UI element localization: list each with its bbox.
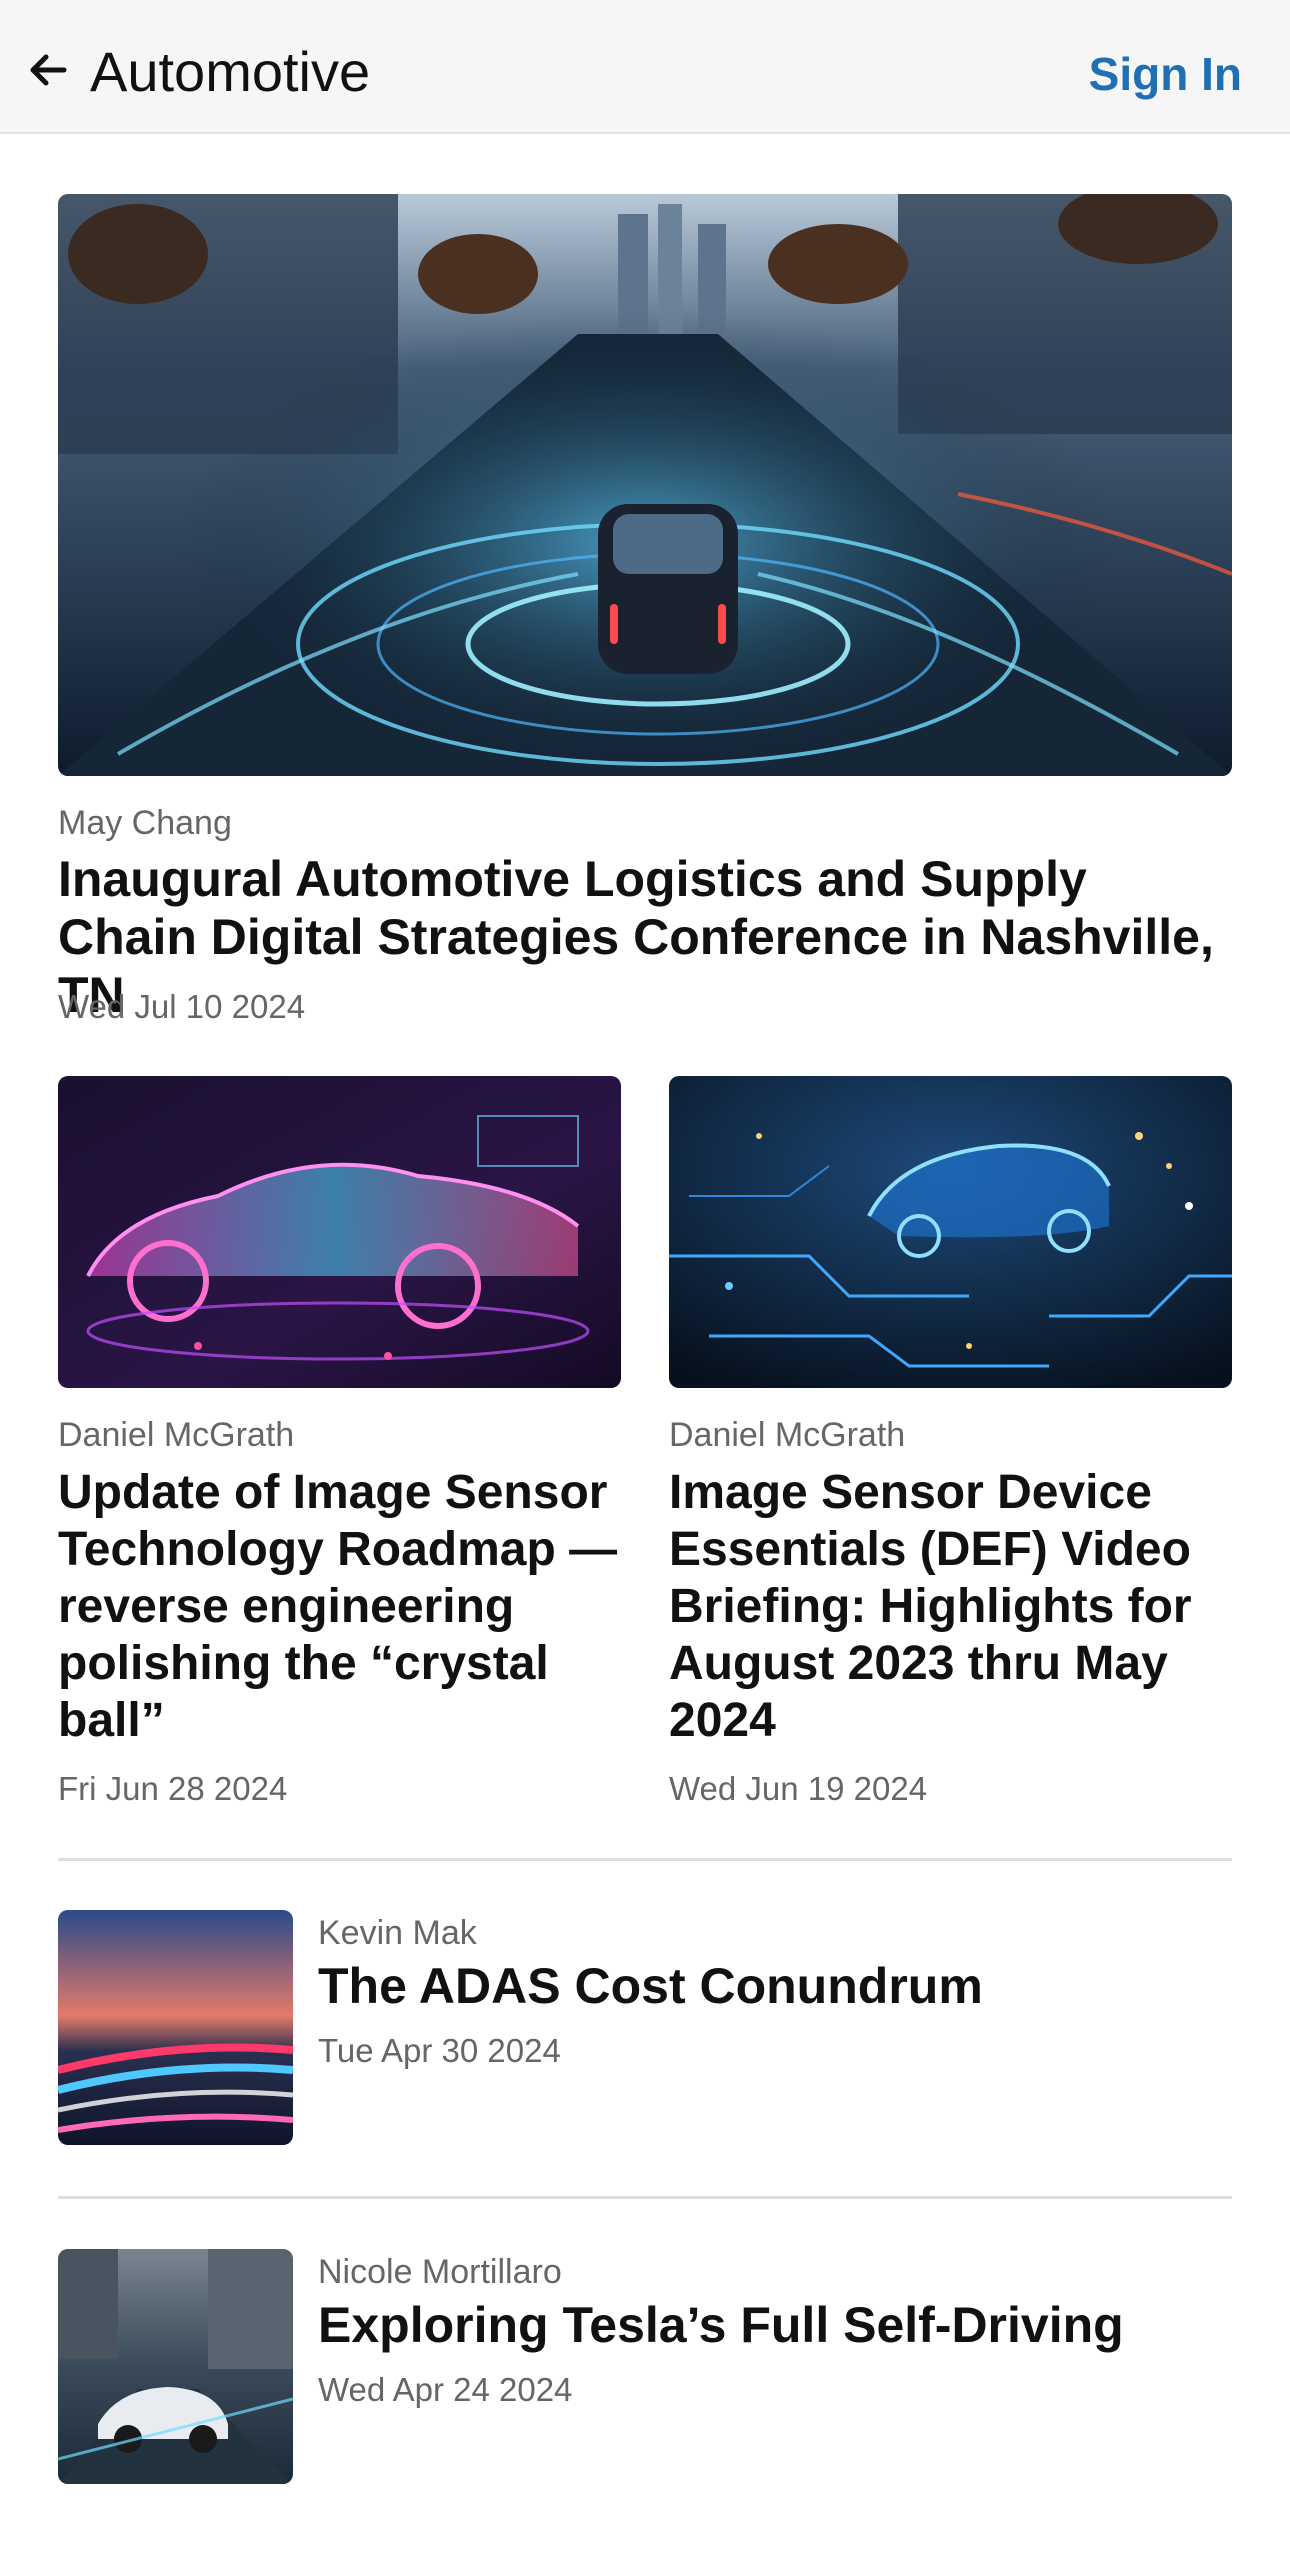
article-date: Wed Jun 19 2024 bbox=[669, 1770, 928, 1807]
article-date: Wed Apr 24 2024 bbox=[318, 2371, 573, 2408]
divider bbox=[58, 2196, 1232, 2199]
article-author: Daniel McGrath bbox=[669, 1416, 906, 1454]
article-thumbnail[interactable] bbox=[58, 1910, 293, 2145]
divider bbox=[58, 1858, 1232, 1861]
article-title[interactable]: Update of Image Sensor Technology Roadma… bbox=[58, 1464, 621, 1749]
article-date: Fri Jun 28 2024 bbox=[58, 1770, 288, 1807]
article-author: Nicole Mortillaro bbox=[318, 2253, 562, 2291]
article-date: Tue Apr 30 2024 bbox=[318, 2032, 561, 2069]
article-image[interactable] bbox=[669, 1076, 1232, 1388]
back-button[interactable] bbox=[22, 44, 74, 96]
article-date: Wed Jul 10 2024 bbox=[58, 988, 306, 1025]
article-title[interactable]: Image Sensor Device Essentials (DEF) Vid… bbox=[669, 1464, 1232, 1749]
arrow-left-icon bbox=[30, 54, 67, 86]
article-author: Kevin Mak bbox=[318, 1914, 477, 1952]
app-header: Automotive Sign In bbox=[0, 0, 1290, 134]
page-title: Automotive bbox=[90, 40, 371, 103]
article-thumbnail[interactable] bbox=[58, 2249, 293, 2484]
article-title[interactable]: The ADAS Cost Conundrum bbox=[318, 1956, 1232, 2016]
featured-article-image[interactable] bbox=[58, 194, 1232, 776]
article-title[interactable]: Exploring Tesla’s Full Self-Driving bbox=[318, 2295, 1232, 2355]
article-author: May Chang bbox=[58, 804, 232, 842]
article-author: Daniel McGrath bbox=[58, 1416, 295, 1454]
article-image[interactable] bbox=[58, 1076, 621, 1388]
sign-in-link[interactable]: Sign In bbox=[1089, 44, 1242, 104]
